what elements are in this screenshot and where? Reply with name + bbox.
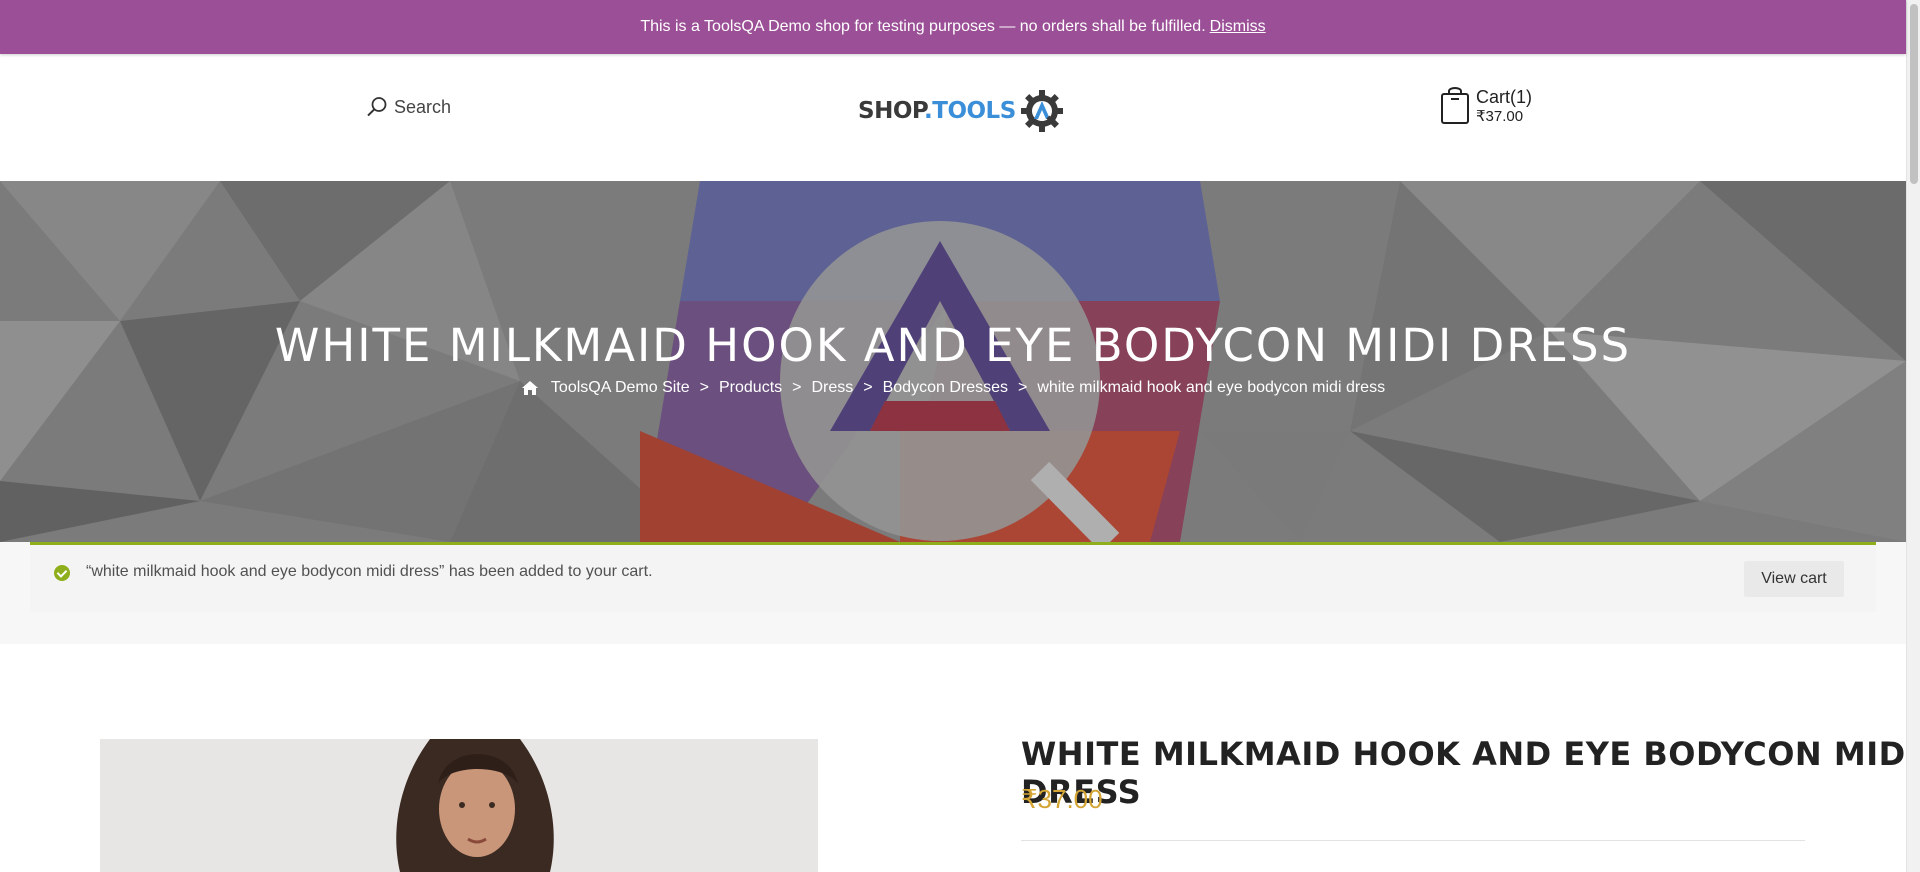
breadcrumb-dress[interactable]: Dress bbox=[811, 379, 853, 397]
product-image[interactable] bbox=[100, 739, 818, 872]
breadcrumb-separator: > bbox=[863, 379, 873, 396]
demo-notice-bar: This is a ToolsQA Demo shop for testing … bbox=[0, 0, 1906, 54]
check-circle-icon bbox=[54, 565, 70, 581]
scrollbar-thumb[interactable] bbox=[1910, 4, 1918, 184]
dismiss-link[interactable]: Dismiss bbox=[1210, 18, 1266, 36]
page-title: WHITE MILKMAID HOOK AND EYE BODYCON MIDI… bbox=[274, 319, 1632, 372]
home-icon[interactable] bbox=[521, 380, 539, 396]
shopping-bag-icon bbox=[1441, 87, 1469, 124]
page-scrollbar[interactable] bbox=[1906, 0, 1920, 872]
divider bbox=[1021, 840, 1805, 841]
site-header: Search SHOP.TOOLS Cart(1) ₹37.00 bbox=[0, 54, 1906, 181]
product-title: WHITE MILKMAID HOOK AND EYE BODYCON MIDI… bbox=[1021, 735, 1919, 811]
breadcrumb-products[interactable]: Products bbox=[719, 379, 782, 397]
breadcrumb: ToolsQA Demo Site > Products > Dress > B… bbox=[0, 379, 1906, 397]
cart-success-message: “white milkmaid hook and eye bodycon mid… bbox=[30, 542, 1876, 612]
breadcrumb-bodycon-dresses[interactable]: Bodycon Dresses bbox=[883, 379, 1008, 397]
breadcrumb-separator: > bbox=[699, 379, 709, 396]
product-photo bbox=[100, 739, 818, 872]
search-toggle[interactable]: Search bbox=[366, 96, 451, 118]
product-price: ₹37.00 bbox=[1021, 784, 1103, 814]
cart-total: ₹37.00 bbox=[1476, 108, 1524, 125]
view-cart-button[interactable]: View cart bbox=[1744, 561, 1844, 597]
breadcrumb-current: white milkmaid hook and eye bodycon midi… bbox=[1037, 379, 1386, 396]
search-icon bbox=[367, 97, 387, 117]
gear-q-logo-icon bbox=[1020, 90, 1063, 132]
breadcrumb-home[interactable]: ToolsQA Demo Site bbox=[551, 379, 690, 397]
breadcrumb-separator: > bbox=[792, 379, 802, 396]
breadcrumb-separator: > bbox=[1018, 379, 1028, 396]
demo-notice-text: This is a ToolsQA Demo shop for testing … bbox=[640, 18, 1206, 35]
page-hero-banner: WHITE MILKMAID HOOK AND EYE BODYCON MIDI… bbox=[0, 181, 1906, 542]
notices-wrapper: “white milkmaid hook and eye bodycon mid… bbox=[0, 542, 1906, 644]
logo-wordmark: SHOP.TOOLS bbox=[858, 98, 1016, 124]
cart-count-label: Cart(1) bbox=[1476, 87, 1533, 107]
site-logo[interactable]: SHOP.TOOLS bbox=[858, 88, 1065, 134]
cart-success-text: “white milkmaid hook and eye bodycon mid… bbox=[86, 563, 653, 580]
search-label: Search bbox=[394, 96, 452, 117]
header-cart[interactable]: Cart(1) ₹37.00 bbox=[1440, 87, 1532, 125]
